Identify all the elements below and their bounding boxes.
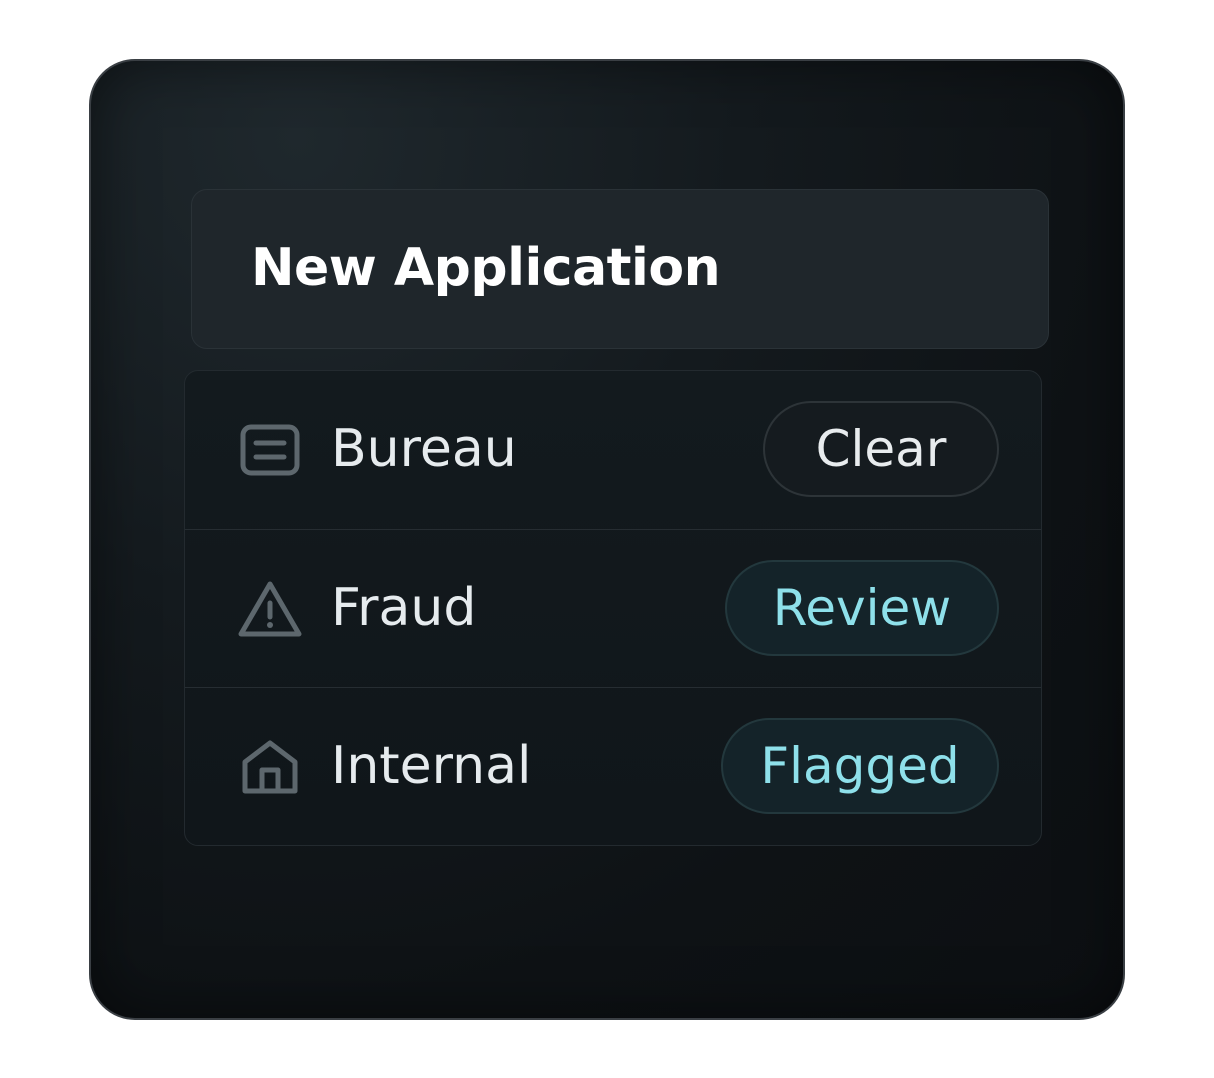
list-item-label: Internal — [331, 736, 532, 796]
list-item-bureau: Bureau Clear — [185, 371, 1041, 529]
list-item-internal: Internal Flagged — [185, 687, 1041, 845]
card-header: New Application — [191, 189, 1049, 349]
page-title: New Application — [251, 238, 721, 298]
warning-triangle-icon — [237, 578, 303, 640]
status-badge-flagged[interactable]: Flagged — [721, 718, 999, 814]
document-list-icon — [237, 419, 303, 481]
list-item-fraud: Fraud Review — [185, 529, 1041, 687]
status-badge-clear[interactable]: Clear — [763, 401, 999, 497]
status-badge-review[interactable]: Review — [725, 560, 999, 656]
application-card: New Application Bureau Clear Fraud Revie… — [89, 59, 1125, 1020]
home-icon — [237, 736, 303, 798]
list-item-label: Fraud — [331, 578, 477, 638]
list-item-label: Bureau — [331, 419, 517, 479]
checks-list: Bureau Clear Fraud Review Internal Flagg… — [184, 370, 1042, 846]
